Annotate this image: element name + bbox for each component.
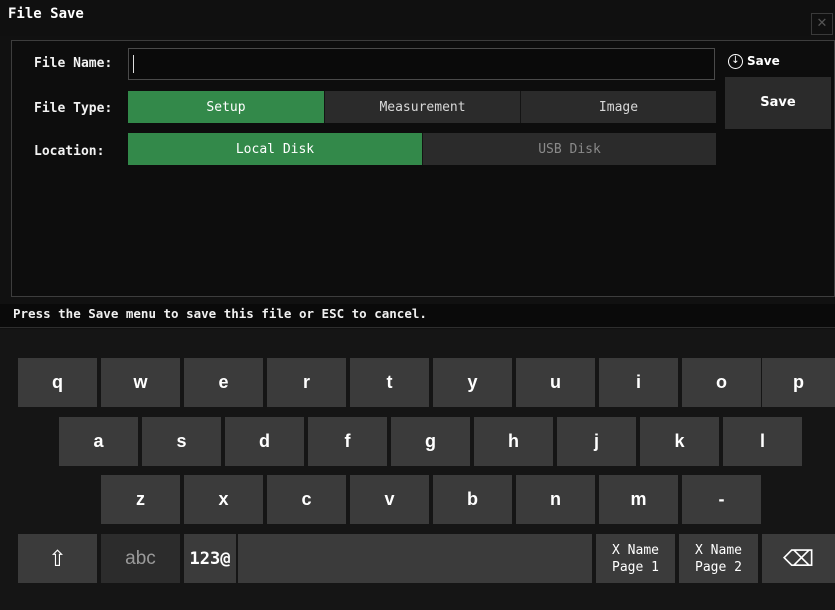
- x-name-page-1-key[interactable]: X Name Page 1: [596, 534, 675, 583]
- key-c[interactable]: c: [267, 475, 346, 524]
- key-a[interactable]: a: [59, 417, 138, 466]
- key-m[interactable]: m: [599, 475, 678, 524]
- x-name-page-2-key[interactable]: X Name Page 2: [679, 534, 758, 583]
- key-y[interactable]: y: [433, 358, 512, 407]
- key-l[interactable]: l: [723, 417, 802, 466]
- key-dash[interactable]: -: [682, 475, 761, 524]
- key-h[interactable]: h: [474, 417, 553, 466]
- key-i[interactable]: i: [599, 358, 678, 407]
- close-icon: ✕: [816, 16, 828, 31]
- x-name-page-2-line1: X Name: [695, 542, 742, 558]
- save-menu-header: ↓ Save: [728, 50, 828, 72]
- numeric-symbols-key[interactable]: 123@: [184, 534, 236, 583]
- key-s[interactable]: s: [142, 417, 221, 466]
- file-name-label: File Name:: [34, 56, 113, 71]
- abc-key[interactable]: abc: [101, 534, 180, 583]
- text-caret: [133, 55, 134, 73]
- key-z[interactable]: z: [101, 475, 180, 524]
- location-selector: Local Disk USB Disk: [128, 133, 716, 165]
- key-q[interactable]: q: [18, 358, 97, 407]
- shift-key[interactable]: ⇧: [18, 534, 97, 583]
- shift-arrow-icon: ⇧: [48, 545, 67, 571]
- key-o[interactable]: o: [682, 358, 761, 407]
- key-p[interactable]: p: [762, 358, 835, 407]
- key-r[interactable]: r: [267, 358, 346, 407]
- key-f[interactable]: f: [308, 417, 387, 466]
- status-message: Press the Save menu to save this file or…: [13, 306, 427, 321]
- file-type-label: File Type:: [34, 101, 113, 116]
- down-arrow-circle-icon: ↓: [728, 53, 743, 69]
- key-e[interactable]: e: [184, 358, 263, 407]
- file-type-selector: Setup Measurement Image: [128, 91, 716, 123]
- key-k[interactable]: k: [640, 417, 719, 466]
- key-w[interactable]: w: [101, 358, 180, 407]
- file-type-image[interactable]: Image: [521, 91, 716, 123]
- x-name-page-1-line2: Page 1: [612, 559, 659, 575]
- key-d[interactable]: d: [225, 417, 304, 466]
- key-x[interactable]: x: [184, 475, 263, 524]
- backspace-key[interactable]: ⌫: [762, 534, 835, 583]
- window-title: File Save: [8, 6, 84, 22]
- x-name-page-1-line1: X Name: [612, 542, 659, 558]
- key-g[interactable]: g: [391, 417, 470, 466]
- space-key[interactable]: [238, 534, 592, 583]
- backspace-icon: ⌫: [782, 545, 815, 571]
- key-v[interactable]: v: [350, 475, 429, 524]
- title-bar: [0, 0, 835, 36]
- key-t[interactable]: t: [350, 358, 429, 407]
- location-label: Location:: [34, 144, 105, 159]
- on-screen-keyboard: q w e r t y u i o p a s d f g h j k l z …: [0, 329, 835, 610]
- location-local-disk[interactable]: Local Disk: [128, 133, 423, 165]
- key-u[interactable]: u: [516, 358, 595, 407]
- key-b[interactable]: b: [433, 475, 512, 524]
- save-button[interactable]: Save: [725, 77, 831, 129]
- file-type-setup[interactable]: Setup: [128, 91, 325, 123]
- key-j[interactable]: j: [557, 417, 636, 466]
- key-n[interactable]: n: [516, 475, 595, 524]
- location-usb-disk[interactable]: USB Disk: [423, 133, 716, 165]
- close-button[interactable]: ✕: [811, 13, 833, 35]
- file-name-input[interactable]: [128, 48, 715, 80]
- save-menu-title: Save: [747, 54, 780, 68]
- x-name-page-2-line2: Page 2: [695, 559, 742, 575]
- file-type-measurement[interactable]: Measurement: [325, 91, 521, 123]
